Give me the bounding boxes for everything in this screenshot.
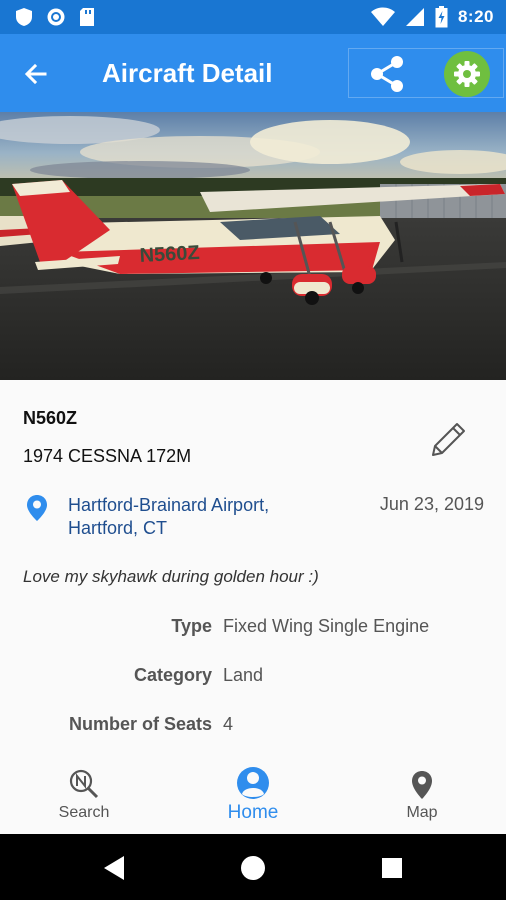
gear-icon (454, 61, 480, 87)
back-button[interactable] (16, 54, 56, 94)
settings-button[interactable] (444, 51, 490, 97)
edit-button[interactable] (424, 416, 472, 464)
record-icon (47, 8, 65, 26)
person-circle-icon (237, 767, 269, 799)
search-n-icon (69, 769, 99, 799)
share-button[interactable] (365, 52, 409, 96)
detail-row-seats: Number of Seats 4 (0, 714, 506, 740)
battery-icon (435, 6, 448, 28)
wifi-icon (370, 7, 395, 26)
nav-map-label: Map (406, 804, 438, 821)
triangle-back-icon (104, 856, 124, 880)
aircraft-model: 1974 CESSNA 172M (23, 446, 192, 466)
system-recents-button[interactable] (374, 850, 410, 886)
photo-date: Jun 23, 2019 (379, 494, 484, 514)
registration-number: N560Z (23, 408, 78, 428)
detail-row-type: Type Fixed Wing Single Engine (0, 616, 506, 642)
location-line-2: Hartford, CT (68, 518, 168, 538)
nav-search[interactable]: Search (24, 764, 144, 830)
pencil-icon (432, 423, 465, 456)
detail-label: Category (133, 665, 212, 685)
map-pin-icon (27, 495, 47, 521)
square-recents-icon (382, 858, 402, 878)
map-pin-icon (412, 771, 432, 799)
detail-value: 4 (223, 714, 234, 734)
status-time: 8:20 (457, 7, 494, 26)
circle-home-icon (241, 856, 265, 880)
system-back-button[interactable] (96, 850, 132, 886)
system-home-button[interactable] (235, 850, 271, 886)
status-bar: 8:20 (0, 0, 506, 34)
detail-value: Fixed Wing Single Engine (223, 616, 430, 636)
tail-number: N560Z (139, 242, 200, 267)
nav-search-label: Search (58, 804, 110, 821)
detail-label: Type (171, 616, 212, 636)
aircraft-photo: N560Z (0, 112, 506, 380)
location-link[interactable]: Hartford-Brainard Airport, Hartford, CT (68, 494, 269, 540)
system-navigation-bar (0, 834, 506, 900)
arrow-left-icon (24, 63, 47, 85)
photo-caption: Love my skyhawk during golden hour :) (23, 567, 319, 586)
page-title: Aircraft Detail (102, 58, 273, 88)
sd-card-icon (80, 8, 94, 26)
detail-row-category: Category Land (0, 665, 506, 691)
detail-value: Land (223, 665, 264, 685)
nav-map[interactable]: Map (362, 764, 482, 830)
detail-label: Number of Seats (68, 714, 212, 734)
signal-icon (405, 8, 424, 26)
nav-home-label: Home (227, 802, 279, 823)
location-line-1: Hartford-Brainard Airport, (68, 495, 270, 515)
app-bar: Aircraft Detail (0, 34, 506, 112)
nav-home[interactable]: Home (193, 764, 313, 830)
aircraft-details: N560Z 1974 CESSNA 172M Hartford-Brainard… (0, 380, 506, 760)
bottom-navigation: Search Home Map (0, 760, 506, 834)
shield-icon (16, 8, 32, 26)
share-icon (371, 56, 403, 92)
